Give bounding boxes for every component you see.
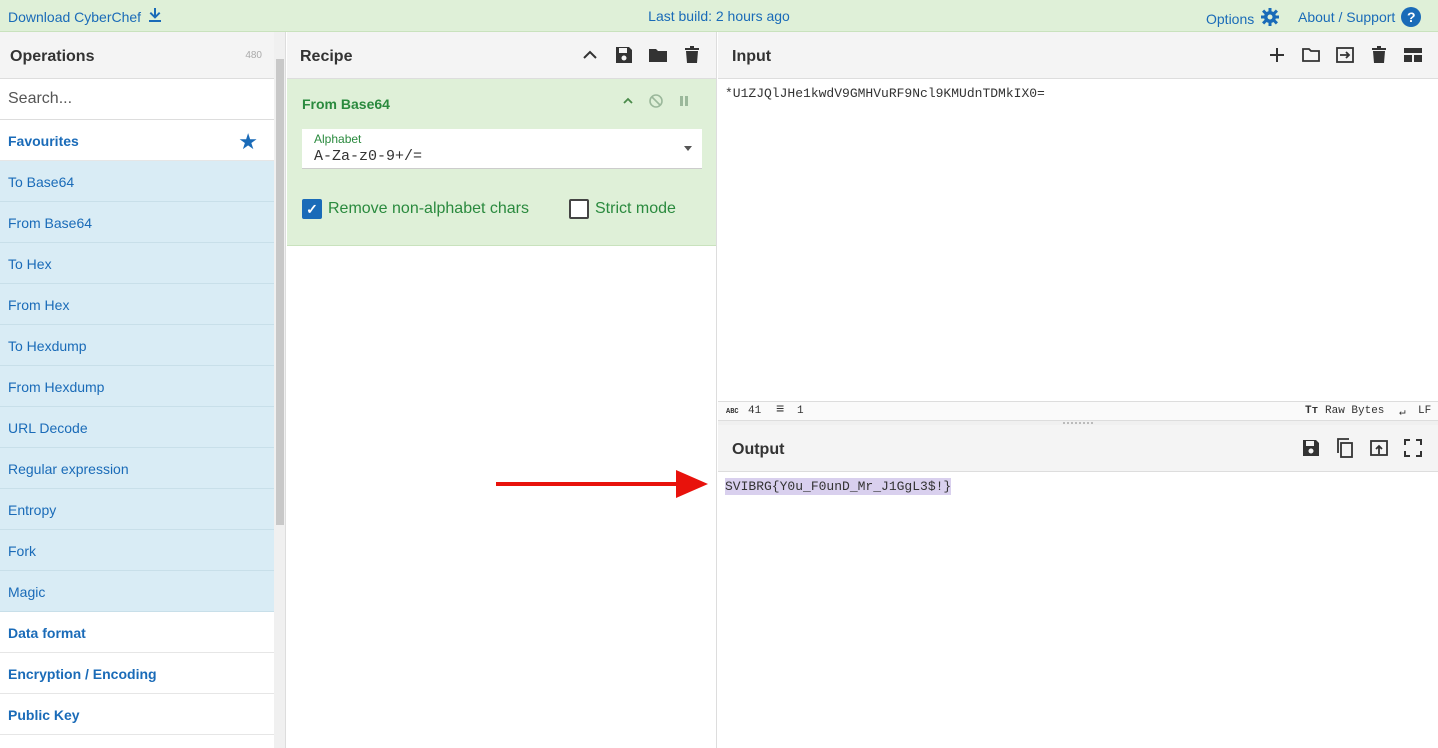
about-label: About / Support [1298,9,1396,25]
output-textarea[interactable]: SVIBRG{Y0u_F0unD_Mr_J1GgL3$!} [725,478,952,495]
chevron-down-icon [684,146,692,151]
favourites-label: Favourites [8,133,79,149]
star-icon: ★ [238,129,258,154]
recipe-operation-name: From Base64 [302,96,390,112]
pause-icon[interactable] [676,93,692,109]
input-title: Input [732,48,772,65]
gear-icon [1260,7,1280,30]
operation-item[interactable]: From Hexdump [0,366,274,407]
strict-mode-label: Strict mode [595,200,676,217]
category-public-key[interactable]: Public Key [0,694,274,735]
search-input[interactable] [0,79,274,119]
maximize-icon[interactable] [1402,437,1424,459]
lines-icon: ≡ [776,402,785,418]
operations-count: 480 [245,50,262,61]
download-cyberchef-link[interactable]: Download CyberChef [8,7,163,26]
top-banner: Download CyberChef Last build: 2 hours a… [0,0,1438,32]
input-lines: 1 [797,405,804,417]
checkbox-checked-icon: ✓ [302,199,322,219]
category-encryption-encoding[interactable]: Encryption / Encoding [0,653,274,694]
operations-panel: Operations 480 Favourites ★ To Base64 Fr… [0,32,274,748]
strict-mode-checkbox[interactable]: Strict mode [569,199,676,219]
input-encoding[interactable]: Raw Bytes [1325,405,1384,417]
save-icon[interactable] [613,44,635,66]
operation-item[interactable]: URL Decode [0,407,274,448]
category-data-format[interactable]: Data format [0,612,274,653]
options-label: Options [1206,10,1255,27]
operation-item[interactable]: From Hex [0,284,274,325]
operation-item[interactable]: Regular expression [0,448,274,489]
recipe-header: Recipe [287,32,716,79]
input-panel: Input *U1ZJQlJHe1kwdV9GMHVuRF9Ncl9KMUdnT… [718,32,1438,420]
operation-item[interactable]: Entropy [0,489,274,530]
add-tab-icon[interactable] [1266,44,1288,66]
input-eol[interactable]: LF [1418,405,1431,417]
output-panel: Output SVIBRG{Y0u_F0unD_Mr_J1GgL3$!} [718,425,1438,748]
layout-icon[interactable] [1402,44,1424,66]
checkbox-unchecked-icon [569,199,589,219]
output-title: Output [732,441,785,458]
input-header: Input [718,32,1438,79]
alphabet-select[interactable]: Alphabet A-Za-z0-9+/= [302,129,702,169]
text-encoding-icon: Tт [1305,405,1319,417]
download-label: Download CyberChef [8,8,142,25]
operation-controls [620,93,692,109]
operations-title: Operations [10,48,95,65]
load-file-icon[interactable] [1334,44,1356,66]
operations-scrollbar[interactable] [274,32,286,748]
trash-icon[interactable] [1368,44,1390,66]
scrollbar-thumb[interactable] [276,59,284,525]
input-textarea[interactable]: *U1ZJQlJHe1kwdV9GMHVuRF9Ncl9KMUdnTDMkIX0… [725,86,1045,101]
copy-icon[interactable] [1334,437,1356,459]
download-icon [147,7,163,26]
recipe-title: Recipe [300,48,353,65]
remove-nonalphabet-label: Remove non-alphabet chars [328,200,530,217]
folder-icon[interactable] [647,44,669,66]
eol-icon: ↵ [1399,407,1406,419]
collapse-op-icon[interactable] [620,93,636,109]
open-folder-icon[interactable] [1300,44,1322,66]
input-toolbar [1266,44,1424,66]
output-header: Output [718,425,1438,472]
input-status-bar: ABC 41 ≡ 1 Tт Raw Bytes ↵ LF [718,401,1438,420]
operation-item[interactable]: From Base64 [0,202,274,243]
help-icon: ? [1401,7,1422,27]
recipe-panel: Recipe From Base64 Alphabet A-Za-z0-9+/=… [287,32,717,748]
save-icon[interactable] [1300,437,1322,459]
replace-input-icon[interactable] [1368,437,1390,459]
search-container [0,79,274,120]
operations-header: Operations 480 [0,32,274,79]
operation-item[interactable]: Fork [0,530,274,571]
operation-item[interactable]: Magic [0,571,274,612]
red-arrow-annotation [496,470,708,498]
input-length: 41 [748,405,762,417]
trash-icon[interactable] [681,44,703,66]
length-icon: ABC [726,408,739,416]
remove-nonalphabet-checkbox[interactable]: ✓ Remove non-alphabet chars [302,199,529,219]
alphabet-label: Alphabet [314,132,362,146]
recipe-operation-from-base64[interactable]: From Base64 Alphabet A-Za-z0-9+/= ✓ Remo… [287,79,716,246]
collapse-icon[interactable] [579,44,601,66]
about-support-link[interactable]: About / Support ? [1298,7,1422,27]
recipe-toolbar [579,44,703,66]
disable-icon[interactable] [648,93,664,109]
alphabet-value: A-Za-z0-9+/= [314,148,423,165]
options-link[interactable]: Options [1206,7,1280,30]
operation-item[interactable]: To Base64 [0,161,274,202]
operation-item[interactable]: To Hex [0,243,274,284]
output-toolbar [1300,437,1424,459]
operation-item[interactable]: To Hexdump [0,325,274,366]
category-favourites[interactable]: Favourites ★ [0,120,274,161]
